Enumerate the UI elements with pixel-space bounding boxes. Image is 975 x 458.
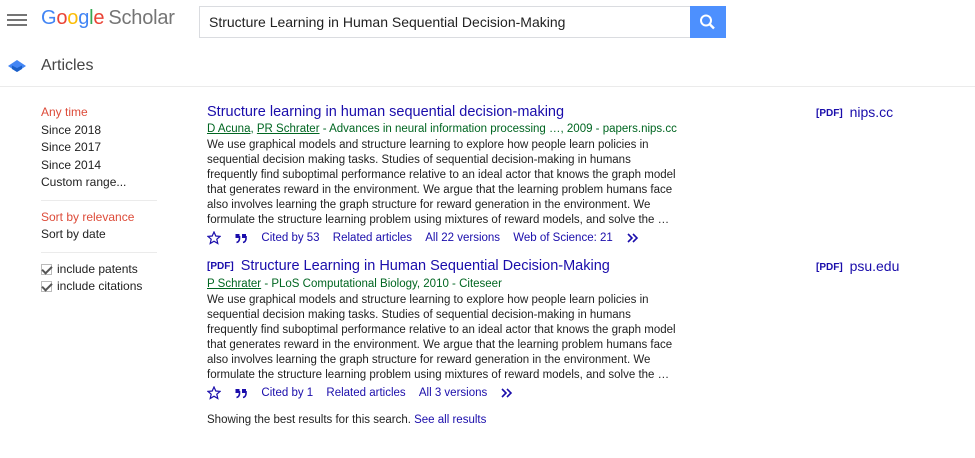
checkbox-checked-icon — [41, 263, 52, 275]
include-citations-checkbox[interactable]: include citations — [41, 278, 161, 296]
sort-by-date[interactable]: Sort by date — [41, 226, 161, 244]
search-result: Structure learning in human sequential d… — [207, 103, 677, 248]
cite-quote-icon[interactable] — [234, 231, 248, 245]
google-scholar-logo[interactable]: Google Scholar — [41, 7, 175, 30]
divider — [41, 199, 157, 201]
all-versions-link[interactable]: All 3 versions — [419, 385, 487, 401]
pdf-host: nips.cc — [849, 104, 894, 120]
top-bar: Google Scholar — [0, 0, 975, 48]
more-chevrons-icon[interactable] — [626, 232, 640, 244]
author-link[interactable]: PR Schrater — [257, 123, 320, 135]
related-articles-link[interactable]: Related articles — [333, 230, 412, 246]
result-title: Structure Learning in Human Sequential D… — [240, 258, 610, 274]
result-meta: D Acuna, PR Schrater - Advances in neura… — [207, 123, 677, 135]
search-button[interactable] — [690, 6, 726, 38]
star-icon[interactable] — [207, 231, 221, 245]
search-result: [PDF] Structure Learning in Human Sequen… — [207, 257, 677, 403]
result-source: - Advances in neural information process… — [319, 123, 677, 135]
include-patents-label: include patents — [57, 261, 138, 276]
result-actions: Cited by 1 Related articles All 3 versio… — [207, 385, 677, 403]
cite-quote-icon[interactable] — [234, 386, 248, 400]
web-of-science-link[interactable]: Web of Science: 21 — [513, 230, 613, 246]
author-link[interactable]: P Schrater — [207, 278, 261, 290]
result-snippet: We use graphical models and structure le… — [207, 294, 676, 381]
divider — [41, 251, 157, 253]
pdf-link[interactable]: [PDF] psu.edu — [816, 258, 899, 274]
section-title: Articles — [41, 57, 94, 74]
pdf-format-tag: [PDF] — [207, 261, 234, 272]
filter-since-2014[interactable]: Since 2014 — [41, 157, 161, 175]
cited-by-link[interactable]: Cited by 53 — [261, 230, 319, 246]
include-patents-checkbox[interactable]: include patents — [41, 261, 161, 279]
author-link[interactable]: D Acuna — [207, 123, 250, 135]
see-all-results-link[interactable]: See all results — [414, 414, 486, 426]
sort-by-relevance[interactable]: Sort by relevance — [41, 209, 161, 227]
filter-custom-range[interactable]: Custom range... — [41, 174, 161, 192]
filter-sidebar: Any time Since 2018 Since 2017 Since 201… — [41, 104, 161, 296]
star-icon[interactable] — [207, 386, 221, 400]
include-citations-label: include citations — [57, 279, 143, 293]
result-title: Structure learning in human sequential d… — [207, 104, 565, 120]
search-icon — [700, 14, 715, 30]
pdf-link[interactable]: [PDF] nips.cc — [816, 104, 893, 120]
cited-by-link[interactable]: Cited by 1 — [261, 385, 313, 401]
footer-text: Showing the best results for this search… — [207, 414, 411, 426]
hamburger-menu-icon[interactable] — [7, 11, 27, 29]
pdf-host: psu.edu — [849, 258, 900, 274]
result-actions: Cited by 53 Related articles All 22 vers… — [207, 230, 677, 248]
search-input[interactable] — [199, 6, 690, 38]
result-title-link[interactable]: Structure learning in human sequential d… — [207, 103, 677, 121]
result-snippet: We use graphical models and structure le… — [207, 139, 676, 226]
section-header: Articles — [0, 48, 975, 87]
results-footer: Showing the best results for this search… — [207, 414, 486, 426]
more-chevrons-icon[interactable] — [500, 387, 514, 399]
result-source: - PLoS Computational Biology, 2010 - Cit… — [261, 278, 502, 290]
result-meta: P Schrater - PLoS Computational Biology,… — [207, 276, 677, 292]
filter-since-2017[interactable]: Since 2017 — [41, 139, 161, 157]
checkbox-checked-icon — [41, 281, 52, 292]
related-articles-link[interactable]: Related articles — [326, 385, 405, 401]
filter-since-2018[interactable]: Since 2018 — [41, 122, 161, 140]
all-versions-link[interactable]: All 22 versions — [425, 230, 500, 246]
filter-any-time[interactable]: Any time — [41, 104, 161, 122]
graduation-cap-icon — [8, 60, 26, 72]
result-title-link[interactable]: [PDF] Structure Learning in Human Sequen… — [207, 257, 677, 276]
